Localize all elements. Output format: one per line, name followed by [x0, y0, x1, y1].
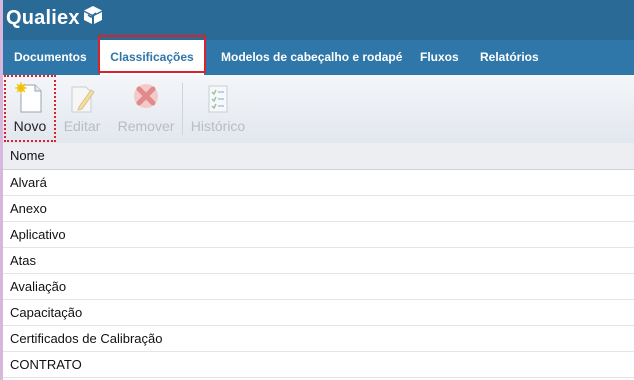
historico-label: Histórico — [190, 118, 246, 134]
table-row[interactable]: Certificados de Calibração — [0, 326, 634, 352]
main-nav: Documentos Classificações Modelos de cab… — [0, 40, 634, 75]
new-document-icon — [15, 82, 45, 119]
novo-label: Novo — [13, 118, 47, 134]
table-row[interactable]: Avaliação — [0, 274, 634, 300]
remover-button[interactable]: Remover — [113, 75, 179, 143]
table-row[interactable]: CONTRATO — [0, 352, 634, 378]
cube-logo-icon — [83, 5, 103, 30]
remove-x-icon — [131, 82, 161, 119]
toolbar-separator — [182, 83, 183, 135]
left-edge-strip — [0, 0, 3, 380]
history-checklist-icon — [203, 82, 233, 119]
tab-documentos[interactable]: Documentos — [14, 40, 87, 75]
table-row[interactable]: Alvará — [0, 170, 634, 196]
app-header: Qualiex — [0, 0, 634, 40]
qualiex-logo: Qualiex — [6, 5, 103, 30]
historico-button[interactable]: Histórico — [188, 75, 248, 143]
table-row[interactable]: Anexo — [0, 196, 634, 222]
table-row[interactable]: Aplicativo — [0, 222, 634, 248]
toolbar: Novo Editar Remover Histórico — [0, 75, 634, 144]
novo-button[interactable]: Novo — [4, 75, 56, 143]
editar-button[interactable]: Editar — [58, 75, 106, 143]
tab-classificacoes[interactable]: Classificações — [100, 40, 204, 75]
table-row[interactable]: Atas — [0, 248, 634, 274]
remover-label: Remover — [117, 118, 175, 134]
tab-modelos-cabecalho-rodape[interactable]: Modelos de cabeçalho e rodapé — [221, 40, 402, 75]
table-row[interactable]: Capacitação — [0, 300, 634, 326]
classification-list: Alvará Anexo Aplicativo Atas Avaliação C… — [0, 170, 634, 378]
column-header-nome[interactable]: Nome — [0, 148, 45, 163]
tab-relatorios[interactable]: Relatórios — [480, 40, 539, 75]
logo-text: Qualiex — [6, 6, 80, 29]
table-header: Nome — [0, 143, 634, 170]
edit-document-icon — [67, 82, 97, 119]
tab-fluxos[interactable]: Fluxos — [420, 40, 459, 75]
editar-label: Editar — [63, 118, 101, 134]
